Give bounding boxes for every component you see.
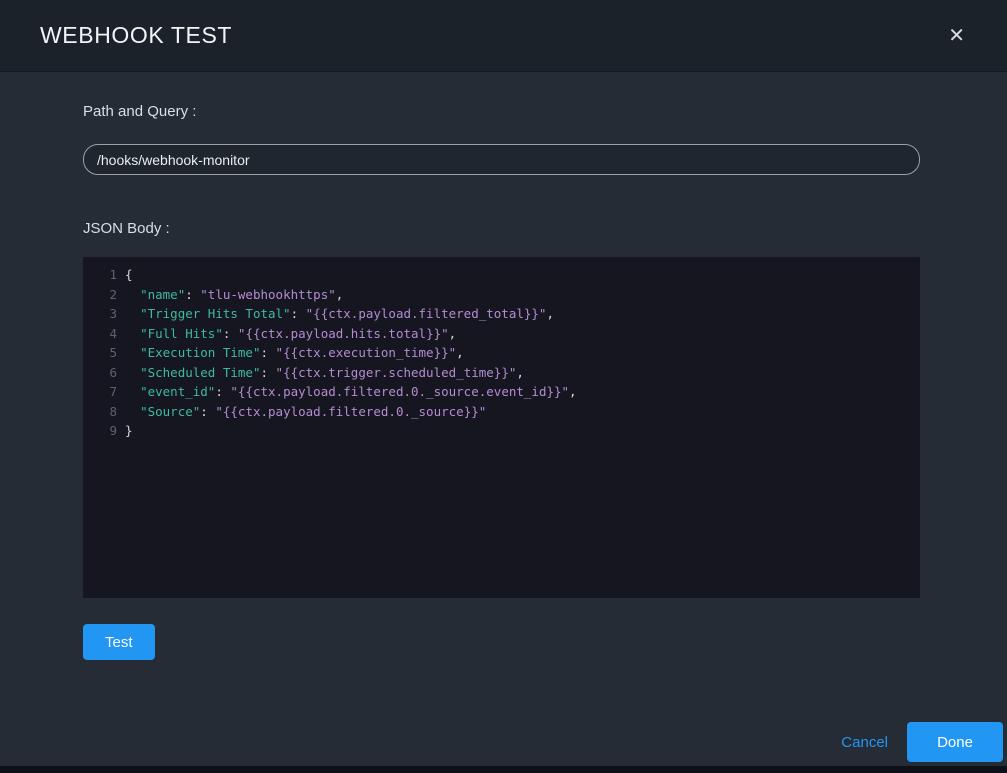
done-button[interactable]: Done	[907, 722, 1003, 762]
code-line: 3 "Trigger Hits Total": "{{ctx.payload.f…	[83, 304, 920, 324]
modal-header: WEBHOOK TEST ✕	[0, 0, 1007, 72]
cancel-button[interactable]: Cancel	[841, 734, 888, 751]
modal-body: Path and Query : JSON Body : 1{2 "name":…	[0, 72, 1007, 718]
modal-footer: Cancel Done	[0, 718, 1007, 766]
bottom-strip	[0, 766, 1007, 773]
line-number: 4	[83, 324, 117, 344]
path-and-query-input[interactable]	[83, 144, 920, 175]
line-content: "Scheduled Time": "{{ctx.trigger.schedul…	[117, 363, 524, 383]
line-number: 3	[83, 304, 117, 324]
code-line: 2 "name": "tlu-webhookhttps",	[83, 285, 920, 305]
close-icon[interactable]: ✕	[944, 22, 969, 50]
code-line: 5 "Execution Time": "{{ctx.execution_tim…	[83, 343, 920, 363]
json-body-editor[interactable]: 1{2 "name": "tlu-webhookhttps",3 "Trigge…	[83, 257, 920, 598]
code-line: 4 "Full Hits": "{{ctx.payload.hits.total…	[83, 324, 920, 344]
line-content: {	[117, 265, 133, 285]
json-body-label: JSON Body :	[83, 220, 920, 237]
code-line: 9}	[83, 421, 920, 441]
code-line: 7 "event_id": "{{ctx.payload.filtered.0.…	[83, 382, 920, 402]
line-content: "Full Hits": "{{ctx.payload.hits.total}}…	[117, 324, 456, 344]
line-number: 2	[83, 285, 117, 305]
line-content: "event_id": "{{ctx.payload.filtered.0._s…	[117, 382, 577, 402]
test-button[interactable]: Test	[83, 624, 155, 660]
code-line: 8 "Source": "{{ctx.payload.filtered.0._s…	[83, 402, 920, 422]
line-content: "Execution Time": "{{ctx.execution_time}…	[117, 343, 464, 363]
line-content: "Trigger Hits Total": "{{ctx.payload.fil…	[117, 304, 554, 324]
line-content: "Source": "{{ctx.payload.filtered.0._sou…	[117, 402, 486, 422]
code-line: 6 "Scheduled Time": "{{ctx.trigger.sched…	[83, 363, 920, 383]
webhook-test-modal: WEBHOOK TEST ✕ Path and Query : JSON Bod…	[0, 0, 1007, 773]
path-and-query-label: Path and Query :	[83, 103, 920, 120]
line-number: 6	[83, 363, 117, 383]
line-number: 9	[83, 421, 117, 441]
code-line: 1{	[83, 265, 920, 285]
line-number: 1	[83, 265, 117, 285]
line-content: "name": "tlu-webhookhttps",	[117, 285, 343, 305]
line-number: 8	[83, 402, 117, 422]
line-number: 5	[83, 343, 117, 363]
line-content: }	[117, 421, 133, 441]
line-number: 7	[83, 382, 117, 402]
page-title: WEBHOOK TEST	[40, 22, 232, 49]
